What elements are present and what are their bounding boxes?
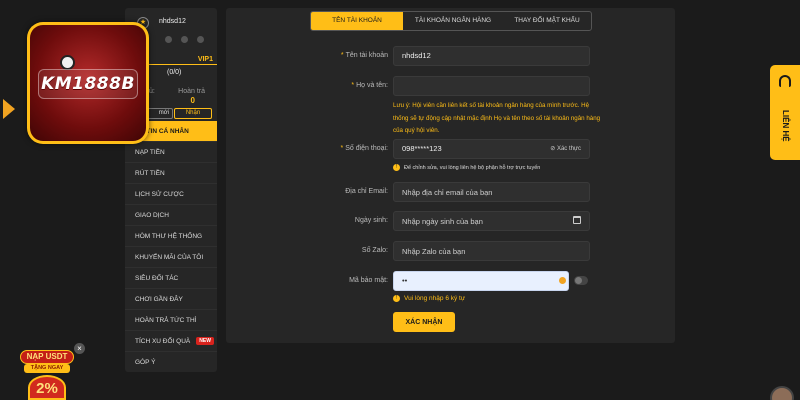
sidebar-item-coin-rewards[interactable]: TÍCH XU ĐỔI QUÀ NEW <box>125 331 217 352</box>
promo-subtitle: TẶNG NGAY <box>24 364 70 373</box>
sidebar-item-withdraw[interactable]: RÚT TIỀN <box>125 163 217 184</box>
vip-level: VIP1 <box>197 56 213 63</box>
profile-tabs: TÊN TÀI KHOẢN TÀI KHOẢN NGÂN HÀNG THAY Đ… <box>310 11 592 31</box>
sidebar-item-system-inbox[interactable]: HÒM THƯ HỆ THỐNG <box>125 226 217 247</box>
row-security-code: Mã bảo mật: •• <box>226 271 675 291</box>
row-zalo: Số Zalo: <box>226 241 675 261</box>
fullname-field[interactable] <box>393 76 590 96</box>
row-birthday: Ngày sinh: <box>226 211 675 231</box>
quick-icon-1[interactable] <box>165 36 172 43</box>
quick-icon-3[interactable] <box>197 36 204 43</box>
info-icon: ! <box>393 164 400 172</box>
close-icon[interactable]: × <box>74 343 85 354</box>
security-hint-text: Vui lòng nhập 6 ký tự <box>404 295 466 302</box>
rebate-label: Hoàn trả <box>178 88 205 95</box>
email-field[interactable] <box>393 182 590 202</box>
birthday-field[interactable] <box>393 211 590 231</box>
tab-change-password[interactable]: THAY ĐỔI MẬT KHẨU <box>503 12 591 30</box>
row-username: * Tên tài khoản nhdsd12 <box>226 46 675 66</box>
sidebar-item-instant-rebate[interactable]: HOÀN TRẢ TỨC THÌ <box>125 310 217 331</box>
sidebar-item-bet-history[interactable]: LỊCH SỬ CƯỢC <box>125 184 217 205</box>
quick-icons <box>165 36 204 43</box>
fullname-label: * Họ và tên: <box>351 76 388 96</box>
promo-percent: 2% <box>28 375 66 400</box>
left-drawer-arrow[interactable] <box>3 99 15 119</box>
required-mark: * <box>351 82 355 89</box>
promo-title: NẠP USDT <box>20 350 74 364</box>
sidebar-item-feedback[interactable]: GÓP Ý <box>125 352 217 372</box>
calendar-icon[interactable] <box>573 216 581 224</box>
info-icon: ! <box>393 294 400 302</box>
avatar[interactable] <box>770 386 794 400</box>
rebate-value: 0 <box>190 96 195 105</box>
vip-progress-text: (0/0) <box>167 69 182 76</box>
sidebar-item-super-partner[interactable]: SIÊU ĐỐI TÁC <box>125 268 217 289</box>
username-label: * Tên tài khoản <box>341 46 388 66</box>
new-badge: NEW <box>196 337 214 346</box>
phone-label-text: Số điện thoại: <box>345 145 388 152</box>
sidebar-item-deposit[interactable]: NẠP TIỀN <box>125 142 217 163</box>
fullname-label-text: Họ và tên: <box>356 82 388 89</box>
phone-hint: ! Để chỉnh sửa, vui lòng liên hệ bộ phận … <box>393 163 540 173</box>
phone-field: 098*****123 ⊘ Xác thực <box>393 139 590 159</box>
email-label: Địa chỉ Email: <box>345 188 388 195</box>
bank-link-note: Lưu ý: Hội viên cần liên kết số tài khoả… <box>393 102 601 134</box>
contact-label: LIÊN HỆ <box>781 110 790 142</box>
warning-dot-icon <box>559 277 566 284</box>
verify-phone-button[interactable]: ⊘ Xác thực <box>550 140 581 158</box>
tab-bank-account[interactable]: TÀI KHOẢN NGÂN HÀNG <box>403 12 503 30</box>
row-email: Địa chỉ Email: <box>226 182 675 202</box>
soccer-ball-icon <box>60 55 75 70</box>
sidebar-username: nhdsd12 <box>159 18 186 25</box>
profile-panel: TÊN TÀI KHOẢN TÀI KHOẢN NGÂN HÀNG THAY Đ… <box>226 8 675 343</box>
security-hint: ! Vui lòng nhập 6 ký tự <box>393 294 465 304</box>
eye-off-icon: ⊘ <box>550 146 557 152</box>
sidebar-item-transactions[interactable]: GIAO DỊCH <box>125 205 217 226</box>
birthday-label: Ngày sinh: <box>354 217 388 224</box>
phone-value: 098*****123 <box>402 144 442 153</box>
row-phone: * Số điện thoại: 098*****123 ⊘ Xác thực <box>226 139 675 159</box>
brand-logo: KM1888B <box>27 22 149 144</box>
quick-icon-2[interactable] <box>181 36 188 43</box>
username-field: nhdsd12 <box>393 46 590 66</box>
confirm-button[interactable]: XÁC NHẬN <box>393 312 455 332</box>
contact-tab[interactable]: LIÊN HỆ <box>770 65 800 160</box>
sidebar-item-label: TÍCH XU ĐỔI QUÀ <box>135 338 191 345</box>
usdt-promo-badge[interactable]: NẠP USDT TẶNG NGAY 2% × <box>14 343 85 400</box>
logo-background: KM1888B <box>30 25 146 141</box>
required-mark: * <box>340 145 344 152</box>
phone-hint-text: Để chỉnh sửa, vui lòng liên hệ bộ phận h… <box>404 165 541 171</box>
claim-button[interactable]: Nhận <box>174 108 212 119</box>
reward-label: ủ: <box>149 88 155 95</box>
row-fullname: * Họ và tên: <box>226 76 675 96</box>
visibility-toggle[interactable] <box>574 276 588 285</box>
refresh-button[interactable]: mới <box>147 108 173 119</box>
zalo-field[interactable] <box>393 241 590 261</box>
sidebar-menu: NG TIN CÁ NHÂN NẠP TIỀN RÚT TIỀN LỊCH SỬ… <box>125 121 217 372</box>
security-code-label: Mã bảo mật: <box>349 277 388 284</box>
headset-icon <box>779 75 791 87</box>
zalo-label: Số Zalo: <box>361 247 388 254</box>
username-label-text: Tên tài khoản <box>345 52 388 59</box>
required-mark: * <box>340 52 344 59</box>
tab-account-name[interactable]: TÊN TÀI KHOẢN <box>311 12 403 30</box>
phone-label: * Số điện thoại: <box>340 139 388 159</box>
sidebar-item-my-promotions[interactable]: KHUYẾN MÃI CỦA TÔI <box>125 247 217 268</box>
sidebar-item-recently-played[interactable]: CHƠI GẦN ĐÂY <box>125 289 217 310</box>
verify-label: Xác thực <box>556 146 581 152</box>
security-code-field[interactable]: •• <box>393 271 569 291</box>
logo-text: KM1888B <box>38 69 138 99</box>
